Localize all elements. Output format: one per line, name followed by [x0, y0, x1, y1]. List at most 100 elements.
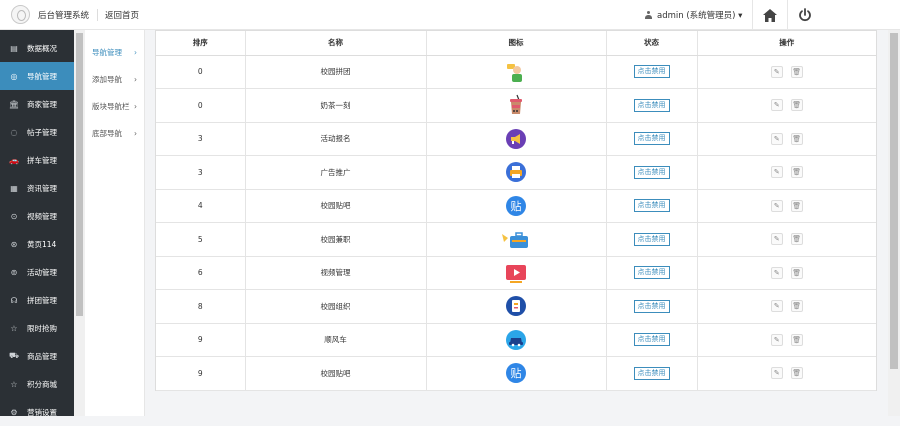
sidebar-item-label: 数据概况: [27, 43, 57, 53]
edit-icon[interactable]: ✎: [770, 233, 783, 246]
comment-icon: ◌: [10, 127, 18, 137]
table-row: 9 顺风车 点击禁用 ✎ 🗑: [156, 323, 876, 357]
delete-icon[interactable]: 🗑: [790, 166, 803, 179]
delete-icon[interactable]: 🗑: [790, 65, 803, 78]
edit-icon[interactable]: ✎: [770, 99, 783, 112]
chevron-right-icon: ›: [134, 75, 137, 84]
disable-button[interactable]: 点击禁用: [633, 299, 670, 313]
table-row: 8 校园组织 点击禁用 ✎ 🗑: [156, 289, 876, 324]
edit-icon[interactable]: ✎: [770, 333, 783, 346]
sidebar-item-group-buy[interactable]: ☊ 拼团管理: [0, 286, 74, 314]
sidebar-item-news[interactable]: ▦ 资讯管理: [0, 174, 74, 202]
power-icon: [798, 8, 811, 22]
group-icon: ☊: [10, 295, 18, 305]
sidebar-item-label: 限时抢购: [27, 323, 57, 333]
submenu-item-add-nav[interactable]: 添加导航 ›: [85, 66, 144, 93]
delete-icon[interactable]: 🗑: [790, 333, 803, 346]
delete-icon[interactable]: 🗑: [790, 367, 803, 380]
sidebar-item-label: 帖子管理: [27, 127, 57, 137]
sort-cell: 0: [156, 55, 246, 89]
table-row: 5 校园兼职 点击禁用 ✎ 🗑: [156, 222, 876, 257]
table-row: 3 广告推广 点击禁用 ✎ 🗑: [156, 155, 876, 190]
table-row: 4 校园贴吧 贴 点击禁用 ✎ 🗑: [156, 189, 876, 223]
edit-icon[interactable]: ✎: [770, 132, 783, 145]
disable-button[interactable]: 点击禁用: [633, 333, 670, 347]
sidebar-item-flash-sale[interactable]: ☆ 限时抢购: [0, 314, 74, 342]
disable-button[interactable]: 点击禁用: [633, 266, 670, 280]
sidebar-item-marketing[interactable]: ⚙ 营销设置: [0, 398, 74, 426]
column-header-icon: 图标: [426, 31, 607, 56]
chevron-right-icon: ›: [134, 48, 137, 57]
home-button[interactable]: [752, 0, 786, 30]
sort-cell: 4: [156, 189, 246, 223]
delete-icon[interactable]: 🗑: [790, 266, 803, 279]
submenu-item-label: 导航管理: [92, 48, 122, 57]
megaphone-icon: [506, 128, 526, 149]
edit-icon[interactable]: ✎: [770, 166, 783, 179]
disable-button[interactable]: 点击禁用: [633, 132, 670, 146]
edit-icon[interactable]: ✎: [770, 266, 783, 279]
top-bar: 后台管理系统 返回首页 admin (系统管理员) ▾: [0, 0, 900, 30]
sidebar-item-label: 积分商城: [27, 379, 57, 389]
edit-icon[interactable]: ✎: [770, 65, 783, 78]
name-cell: 校园贴吧: [245, 356, 427, 391]
carpool-icon: [506, 329, 526, 350]
sidebar-item-label: 导航管理: [27, 71, 57, 81]
sidebar-item-merchants[interactable]: 🏛 商家管理: [0, 90, 74, 118]
name-cell: 顺风车: [245, 323, 427, 357]
edit-icon[interactable]: ✎: [770, 367, 783, 380]
delete-icon[interactable]: 🗑: [790, 199, 803, 212]
logout-button[interactable]: [787, 0, 821, 30]
edit-icon[interactable]: ✎: [770, 199, 783, 212]
car-icon: 🚗: [9, 155, 19, 165]
sidebar-item-yellow-pages[interactable]: ⊛ 黄页114: [0, 230, 74, 258]
sort-cell: 6: [156, 256, 246, 290]
disable-button[interactable]: 点击禁用: [633, 65, 670, 79]
sidebar-item-navigation[interactable]: ◎ 导航管理: [0, 62, 74, 90]
sidebar-item-posts[interactable]: ◌ 帖子管理: [0, 118, 74, 146]
sidebar-item-videos[interactable]: ⊙ 视频管理: [0, 202, 74, 230]
sidebar-scrollbar[interactable]: [74, 30, 85, 416]
disable-button[interactable]: 点击禁用: [633, 98, 670, 112]
disable-button[interactable]: 点击禁用: [633, 366, 670, 380]
name-cell: 校园贴吧: [245, 189, 427, 223]
name-cell: 校园拼团: [245, 55, 427, 89]
sidebar-item-points-mall[interactable]: ☆ 积分商城: [0, 370, 74, 398]
star-icon: ☆: [10, 379, 18, 389]
compass-icon: ◎: [10, 71, 18, 81]
sidebar-item-products[interactable]: ⛟ 商品管理: [0, 342, 74, 370]
edit-icon[interactable]: ✎: [770, 300, 783, 313]
sidebar-scrollbar-thumb[interactable]: [76, 33, 83, 316]
disable-button[interactable]: 点击禁用: [633, 232, 670, 246]
name-cell: 校园兼职: [245, 222, 427, 257]
delete-icon[interactable]: 🗑: [790, 233, 803, 246]
post-bar-icon: 贴: [506, 363, 526, 384]
sidebar-item-label: 活动管理: [27, 267, 57, 277]
page-scrollbar[interactable]: [888, 30, 900, 416]
sort-cell: 3: [156, 122, 246, 156]
disable-button[interactable]: 点击禁用: [633, 199, 670, 213]
submenu-item-section-nav[interactable]: 版块导航栏 ›: [85, 93, 144, 120]
news-icon: ▦: [10, 183, 18, 193]
submenu-item-nav-manage[interactable]: 导航管理 ›: [85, 39, 144, 66]
printer-icon: [506, 162, 526, 183]
delete-icon[interactable]: 🗑: [790, 132, 803, 145]
column-header-sort: 排序: [156, 31, 246, 56]
delete-icon[interactable]: 🗑: [790, 300, 803, 313]
sort-cell: 9: [156, 356, 246, 391]
disable-button[interactable]: 点击禁用: [633, 165, 670, 179]
user-menu[interactable]: admin (系统管理员) ▾: [645, 9, 742, 21]
table-row: 9 校园贴吧 贴 点击禁用 ✎ 🗑: [156, 356, 876, 391]
logo: [11, 5, 30, 24]
sidebar-item-carpool[interactable]: 🚗 拼车管理: [0, 146, 74, 174]
delete-icon[interactable]: 🗑: [790, 99, 803, 112]
back-home-link[interactable]: 返回首页: [105, 9, 139, 21]
briefcase-icon: [502, 232, 528, 249]
table-row: 0 校园拼团 点击禁用 ✎ 🗑: [156, 55, 876, 89]
user-label: admin (系统管理员) ▾: [657, 11, 743, 21]
submenu-item-bottom-nav[interactable]: 底部导航 ›: [85, 120, 144, 147]
page-scrollbar-thumb[interactable]: [890, 33, 898, 369]
sidebar-item-dashboard[interactable]: ▤ 数据概况: [0, 34, 74, 62]
sidebar-item-activities[interactable]: ⊚ 活动管理: [0, 258, 74, 286]
column-header-status: 状态: [606, 31, 698, 56]
